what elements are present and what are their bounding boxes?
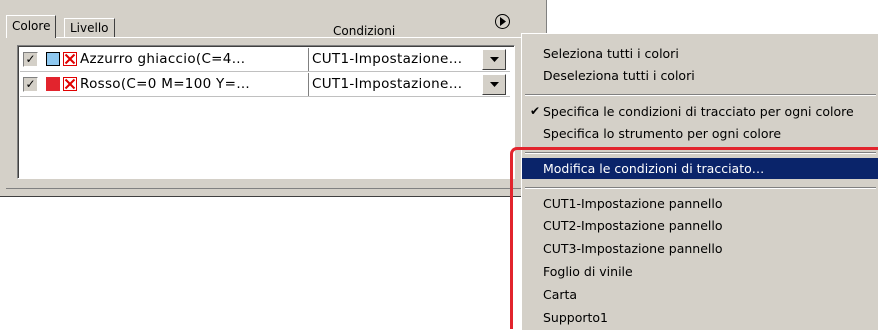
- condition-value: CUT1-Impostazione…: [312, 51, 463, 67]
- menu-item-vinyl-sheet[interactable]: Foglio di vinile: [522, 261, 878, 282]
- condition-dropdown-button[interactable]: [482, 49, 506, 70]
- red-x-icon: [63, 52, 77, 66]
- panel-footer: [6, 182, 536, 189]
- menu-separator: [525, 152, 876, 154]
- color-row[interactable]: ✓ Azzurro ghiaccio(C=4… CUT1-Impostazion…: [20, 48, 510, 72]
- menu-item-cut3[interactable]: CUT3-Impostazione pannello: [522, 238, 878, 259]
- red-x-icon: [63, 77, 77, 91]
- color-list: ✓ Azzurro ghiaccio(C=4… CUT1-Impostazion…: [17, 45, 515, 179]
- panel-menu-button[interactable]: [495, 14, 510, 29]
- color-name: Rosso(C=0 M=100 Y=…: [80, 76, 251, 92]
- menu-item-select-all[interactable]: Seleziona tutti i colori: [522, 43, 878, 64]
- tab-livello[interactable]: Livello: [64, 18, 115, 38]
- context-menu: Seleziona tutti i colori Deseleziona tut…: [521, 33, 878, 330]
- condition-value: CUT1-Impostazione…: [312, 76, 463, 92]
- menu-item-conditions-per-color[interactable]: ✔ Specifica le condizioni di tracciato p…: [522, 101, 878, 122]
- menu-separator: [525, 187, 876, 189]
- color-swatch: [46, 77, 60, 91]
- conditions-column-header: Condizioni: [333, 24, 396, 38]
- color-name: Azzurro ghiaccio(C=4…: [80, 51, 246, 67]
- color-swatch: [46, 52, 60, 66]
- menu-item-deselect-all[interactable]: Deseleziona tutti i colori: [522, 65, 878, 86]
- menu-item-paper[interactable]: Carta: [522, 284, 878, 305]
- menu-item-support1[interactable]: Supporto1: [522, 307, 878, 328]
- circle-arrow-right-icon: [500, 17, 506, 26]
- menu-item-edit-conditions[interactable]: Modifica le condizioni di tracciato…: [522, 158, 878, 179]
- tab-colore[interactable]: Colore: [6, 15, 57, 38]
- row-checkbox[interactable]: ✓: [23, 52, 38, 67]
- condition-dropdown-button[interactable]: [482, 74, 506, 95]
- column-divider: [308, 48, 309, 71]
- color-row[interactable]: ✓ Rosso(C=0 M=100 Y=… CUT1-Impostazione…: [20, 73, 510, 97]
- chevron-down-icon: [490, 57, 499, 62]
- menu-item-tool-per-color[interactable]: Specifica lo strumento per ogni colore: [522, 123, 878, 144]
- menu-item-cut1[interactable]: CUT1-Impostazione pannello: [522, 193, 878, 214]
- chevron-down-icon: [490, 82, 499, 87]
- color-panel: Livello Colore Condizioni ✓ Azzurro ghia…: [0, 0, 547, 197]
- menu-separator: [525, 94, 876, 96]
- row-checkbox[interactable]: ✓: [23, 77, 38, 92]
- menu-item-cut2[interactable]: CUT2-Impostazione pannello: [522, 215, 878, 236]
- tab-divider: [6, 37, 538, 38]
- checkmark-icon: ✔: [530, 104, 541, 118]
- column-divider: [308, 73, 309, 96]
